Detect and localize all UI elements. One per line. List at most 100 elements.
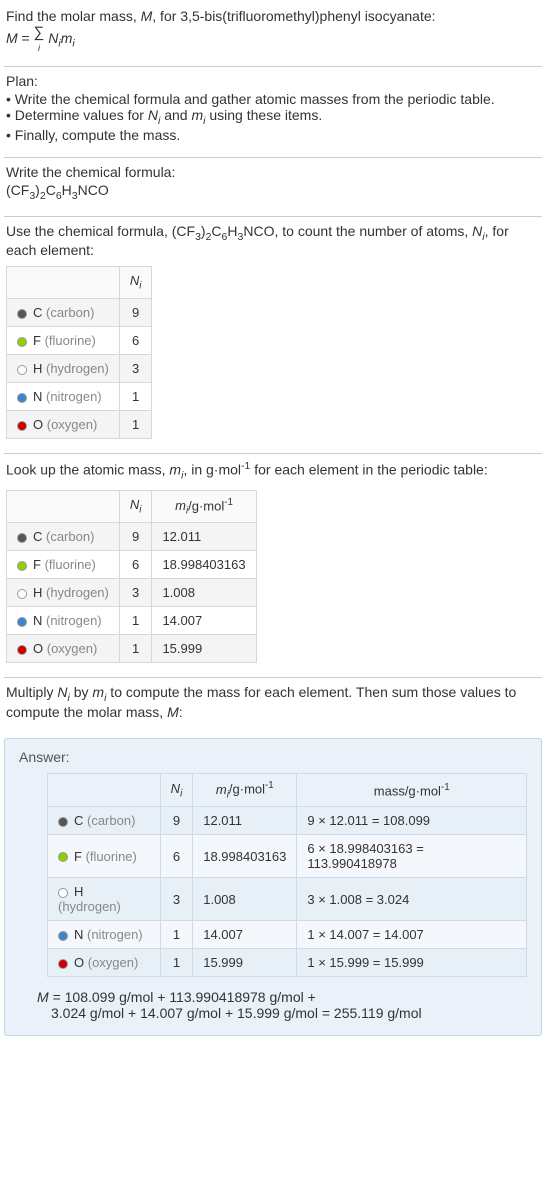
ni-cell: 1 <box>119 635 152 663</box>
element-swatch <box>17 589 27 599</box>
eq-eq: = <box>18 30 34 46</box>
mass-cell: 9 × 12.011 = 108.099 <box>297 807 527 835</box>
ni-cell: 1 <box>160 949 193 977</box>
count-section: Use the chemical formula, (CF3)2C6H3NCO,… <box>4 219 542 451</box>
th-mass: mass/g·mol-1 <box>297 774 527 807</box>
element-swatch <box>17 421 27 431</box>
mt-mid: , in g·mol <box>183 462 241 478</box>
ni-cell: 1 <box>119 383 152 411</box>
ct-pre: Use the chemical formula, <box>6 223 172 239</box>
mass-text: Look up the atomic mass, mi, in g·mol-1 … <box>6 460 540 481</box>
mi-cell: 15.999 <box>193 949 297 977</box>
element-swatch <box>17 309 27 319</box>
ct-var: N <box>472 223 482 239</box>
sigma-sub: i <box>38 43 40 53</box>
element-cell: F (fluorine) <box>48 835 161 878</box>
intro-pre: Find the molar mass, <box>6 8 141 24</box>
final-equation: M = 108.099 g/mol + 113.990418978 g/mol … <box>37 989 527 1021</box>
th-ni: Ni <box>119 490 152 523</box>
element-swatch <box>17 365 27 375</box>
th-mi: mi/g·mol-1 <box>193 774 297 807</box>
count-text: Use the chemical formula, (CF3)2C6H3NCO,… <box>6 223 540 259</box>
element-cell: O (oxygen) <box>48 949 161 977</box>
mass-cell: 6 × 18.998403163 = 113.990418978 <box>297 835 527 878</box>
element-cell: N (nitrogen) <box>48 921 161 949</box>
intro-text: Find the molar mass, M, for 3,5-bis(trif… <box>6 8 540 24</box>
element-cell: C (carbon) <box>7 523 120 551</box>
mi-cell: 14.007 <box>152 607 256 635</box>
ni-cell: 9 <box>160 807 193 835</box>
mi-cell: 18.998403163 <box>193 835 297 878</box>
formula-section: Write the chemical formula: (CF3)2C6H3NC… <box>4 160 542 214</box>
th-empty <box>7 490 120 523</box>
ni-cell: 6 <box>160 835 193 878</box>
eq-m: m <box>61 30 73 46</box>
mi-cell: 1.008 <box>193 878 297 921</box>
table-row: F (fluorine)618.9984031636 × 18.99840316… <box>48 835 527 878</box>
mi-cell: 12.011 <box>152 523 256 551</box>
table-row: H (hydrogen)31.0083 × 1.008 = 3.024 <box>48 878 527 921</box>
divider <box>4 677 542 678</box>
element-cell: H (hydrogen) <box>7 579 120 607</box>
th-ni: Ni <box>119 267 152 299</box>
plan-heading: Plan: <box>6 73 540 89</box>
table-row: H (hydrogen)31.008 <box>7 579 257 607</box>
divider <box>4 66 542 67</box>
element-cell: O (oxygen) <box>7 411 120 439</box>
ni-cell: 3 <box>119 355 152 383</box>
element-swatch <box>58 852 68 862</box>
element-cell: O (oxygen) <box>7 635 120 663</box>
element-cell: H (hydrogen) <box>48 878 161 921</box>
eq-sigma: ∑i <box>34 26 45 52</box>
element-swatch <box>17 393 27 403</box>
plan-list: Write the chemical formula and gather at… <box>6 91 540 143</box>
table-row: N (nitrogen)1 <box>7 383 152 411</box>
f-part: NCO <box>78 182 109 198</box>
table-row: F (fluorine)6 <box>7 327 152 355</box>
final-line2: 3.024 g/mol + 14.007 g/mol + 15.999 g/mo… <box>51 1005 422 1021</box>
element-swatch <box>58 817 68 827</box>
element-cell: F (fluorine) <box>7 327 120 355</box>
table-row: O (oxygen)1 <box>7 411 152 439</box>
table-row: C (carbon)9 <box>7 299 152 327</box>
intro-equation: M = ∑i Nimi <box>6 26 540 52</box>
mass-table: Ni mi/g·mol-1 C (carbon)912.011F (fluori… <box>6 490 257 664</box>
ct-mid: , to count the number of atoms, <box>274 223 472 239</box>
answer-label: Answer: <box>19 749 527 765</box>
element-swatch <box>17 337 27 347</box>
element-swatch <box>17 561 27 571</box>
mt-exp: -1 <box>241 460 250 472</box>
table-row: N (nitrogen)114.0071 × 14.007 = 14.007 <box>48 921 527 949</box>
f-part: C <box>46 182 56 198</box>
element-cell: C (carbon) <box>7 299 120 327</box>
th-empty <box>7 267 120 299</box>
mass-cell: 1 × 14.007 = 14.007 <box>297 921 527 949</box>
divider <box>4 157 542 158</box>
table-row: O (oxygen)115.999 <box>7 635 257 663</box>
f-part: (CF <box>6 182 29 198</box>
intro-var-m: M <box>141 8 153 24</box>
table-row: N (nitrogen)114.007 <box>7 607 257 635</box>
divider <box>4 216 542 217</box>
th-empty <box>48 774 161 807</box>
plan-item: Write the chemical formula and gather at… <box>6 91 540 107</box>
element-swatch <box>58 888 68 898</box>
element-swatch <box>17 645 27 655</box>
mi-cell: 18.998403163 <box>152 551 256 579</box>
sigma-symbol: ∑ <box>34 24 45 41</box>
plan-item: Finally, compute the mass. <box>6 127 540 143</box>
divider <box>4 453 542 454</box>
ni-cell: 1 <box>119 411 152 439</box>
element-cell: C (carbon) <box>48 807 161 835</box>
table-row: O (oxygen)115.9991 × 15.999 = 15.999 <box>48 949 527 977</box>
multiply-section: Multiply Ni by mi to compute the mass fo… <box>4 680 542 732</box>
ni-cell: 9 <box>119 523 152 551</box>
mass-section: Look up the atomic mass, mi, in g·mol-1 … <box>4 456 542 675</box>
ni-cell: 9 <box>119 299 152 327</box>
element-swatch <box>17 533 27 543</box>
mass-cell: 3 × 1.008 = 3.024 <box>297 878 527 921</box>
element-cell: H (hydrogen) <box>7 355 120 383</box>
mt-post: for each element in the periodic table: <box>250 462 487 478</box>
table-row: H (hydrogen)3 <box>7 355 152 383</box>
final-line1: = 108.099 g/mol + 113.990418978 g/mol + <box>53 989 316 1005</box>
